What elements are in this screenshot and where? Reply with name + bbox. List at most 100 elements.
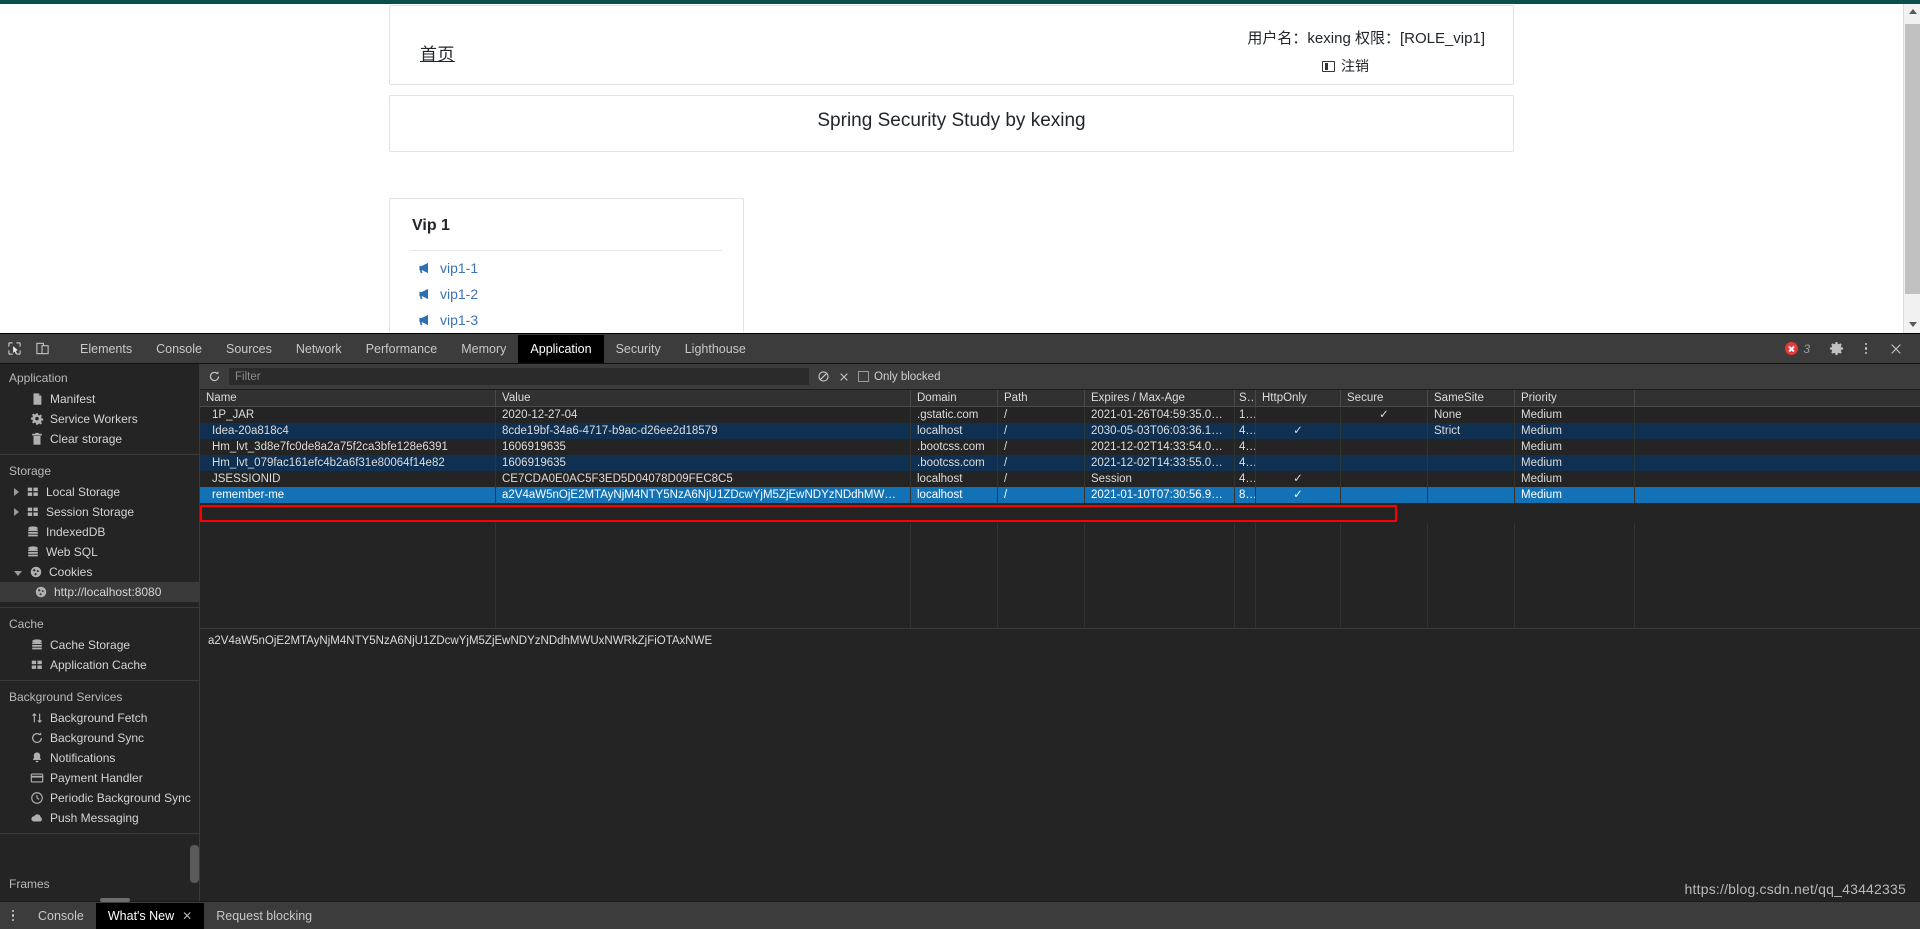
cell-samesite xyxy=(1428,471,1515,487)
tab-sources[interactable]: Sources xyxy=(214,335,284,363)
sidebar-item-background-sync[interactable]: Background Sync xyxy=(0,728,199,748)
column-header-samesite[interactable]: SameSite xyxy=(1428,390,1515,406)
table-row[interactable]: Hm_lvt_079fac161efc4b2a6f31e80064f14e82 … xyxy=(200,455,1920,471)
vip-card: Vip 1 vip1-1 vip1-2 vip1-3 xyxy=(389,198,744,333)
close-icon[interactable]: ✕ xyxy=(182,903,192,929)
chevron-right-icon[interactable] xyxy=(14,508,19,516)
chevron-down-icon[interactable] xyxy=(14,570,22,576)
scrollbar-thumb[interactable] xyxy=(1905,24,1920,294)
checkbox-box[interactable] xyxy=(858,371,869,382)
sidebar-item-label: Cookies xyxy=(49,565,93,579)
tab-console[interactable]: Console xyxy=(144,335,214,363)
sidebar-item-background-fetch[interactable]: Background Fetch xyxy=(0,708,199,728)
sidebar-item-payment-handler[interactable]: Payment Handler xyxy=(0,768,199,788)
table-row[interactable]: remember-me a2V4aW5nOjE2MTAyNjM4NTY5NzA6… xyxy=(200,487,1920,503)
cell-name: Hm_lvt_079fac161efc4b2a6f31e80064f14e82 xyxy=(200,455,496,471)
logout-link[interactable]: 注销 xyxy=(1322,56,1369,76)
sidebar-divider xyxy=(0,833,199,834)
sync-refresh-icon xyxy=(32,732,42,744)
sidebar-item-cache-storage[interactable]: Cache Storage xyxy=(0,635,199,655)
tab-memory[interactable]: Memory xyxy=(449,335,518,363)
sidebar-item-label: Clear storage xyxy=(50,432,123,446)
column-header-expires[interactable]: Expires / Max-Age xyxy=(1085,390,1235,406)
sidebar-item-push-messaging[interactable]: Push Messaging xyxy=(0,808,199,828)
chevron-right-icon[interactable] xyxy=(14,488,19,496)
sidebar-item-periodic-background-sync[interactable]: Periodic Background Sync xyxy=(0,788,199,808)
drawer-resize-handle[interactable] xyxy=(100,898,130,902)
device-toolbar-icon[interactable] xyxy=(28,335,56,363)
scrollbar-up-arrow[interactable] xyxy=(1904,4,1920,21)
sidebar-item-local-storage[interactable]: Local Storage xyxy=(0,482,199,502)
table-row[interactable]: JSESSIONID CE7CDA0E0AC5F3ED5D04078D09FEC… xyxy=(200,471,1920,487)
list-item[interactable]: vip1-2 xyxy=(418,286,478,302)
close-devtools-icon[interactable] xyxy=(1882,335,1910,363)
home-link[interactable]: 首页 xyxy=(420,40,455,65)
tab-security[interactable]: Security xyxy=(604,335,673,363)
cell-samesite xyxy=(1428,487,1515,503)
tab-elements[interactable]: Elements xyxy=(68,335,144,363)
refresh-icon[interactable] xyxy=(208,370,221,383)
list-item[interactable]: vip1-1 xyxy=(418,260,478,276)
column-header-priority[interactable]: Priority xyxy=(1515,390,1635,406)
cell-priority: Medium xyxy=(1515,455,1635,471)
cell-value: a2V4aW5nOjE2MTAyNjM4NTY5NzA6NjU1ZDcwYjM5… xyxy=(496,487,911,503)
page-scrollbar[interactable] xyxy=(1903,4,1920,333)
error-badge[interactable]: 3 xyxy=(1785,342,1810,356)
cell-path: / xyxy=(998,455,1085,471)
cloud-icon xyxy=(31,814,42,822)
delete-selected-icon[interactable] xyxy=(838,371,850,383)
table-row[interactable]: Hm_lvt_3d8e7fc0de8a2a75f2ca3bfe128e6391 … xyxy=(200,439,1920,455)
more-options-icon[interactable] xyxy=(1852,335,1880,363)
sidebar-item-manifest[interactable]: Manifest xyxy=(0,389,199,409)
column-header-name[interactable]: Name xyxy=(200,390,496,406)
sidebar-item-cookie-origin[interactable]: http://localhost:8080 xyxy=(0,582,199,602)
drawer-tab-console[interactable]: Console xyxy=(26,903,96,929)
sidebar-item-web-sql[interactable]: Web SQL xyxy=(0,542,199,562)
list-item-label: vip1-1 xyxy=(440,260,479,276)
sidebar-item-label: Background Fetch xyxy=(50,711,148,725)
sidebar-item-label: Payment Handler xyxy=(50,771,143,785)
cell-value: 2020-12-27-04 xyxy=(496,407,911,423)
inspect-element-icon[interactable] xyxy=(0,335,28,363)
table-row[interactable]: Idea-20a818c4 8cde19bf-34a6-4717-b9ac-d2… xyxy=(200,423,1920,439)
cell-priority: Medium xyxy=(1515,407,1635,423)
sidebar-item-label: IndexedDB xyxy=(46,525,106,539)
scrollbar-down-arrow[interactable] xyxy=(1904,316,1920,333)
drawer-tab-whats-new[interactable]: What's New ✕ xyxy=(95,902,205,929)
drawer-more-options-icon[interactable] xyxy=(0,903,26,929)
cell-size: 49 xyxy=(1235,423,1256,439)
column-header-domain[interactable]: Domain xyxy=(911,390,998,406)
column-header-value[interactable]: Value xyxy=(496,390,911,406)
sidebar-item-session-storage[interactable]: Session Storage xyxy=(0,502,199,522)
column-header-secure[interactable]: Secure xyxy=(1341,390,1428,406)
tab-network[interactable]: Network xyxy=(284,335,354,363)
sidebar-item-label: Periodic Background Sync xyxy=(50,791,191,805)
megaphone-icon xyxy=(419,262,428,274)
cell-httponly xyxy=(1256,439,1341,455)
only-blocked-checkbox[interactable]: Only blocked xyxy=(858,371,940,383)
tab-application[interactable]: Application xyxy=(518,334,604,363)
user-info-text: 用户名：kexing 权限：[ROLE_vip1] xyxy=(1247,30,1485,47)
sidebar-item-notifications[interactable]: Notifications xyxy=(0,748,199,768)
table-row[interactable]: 1P_JAR 2020-12-27-04 .gstatic.com / 2021… xyxy=(200,407,1920,423)
drawer-tab-label: Request blocking xyxy=(216,908,313,923)
cell-priority: Medium xyxy=(1515,487,1635,503)
list-item[interactable]: vip1-3 xyxy=(418,312,478,328)
sidebar-item-indexeddb[interactable]: IndexedDB xyxy=(0,522,199,542)
drawer-tab-request-blocking[interactable]: Request blocking xyxy=(204,903,324,929)
devtools-toolbar-right: 3 xyxy=(1785,335,1920,363)
sidebar-item-cookies[interactable]: Cookies xyxy=(0,562,199,582)
cell-priority: Medium xyxy=(1515,439,1635,455)
settings-gear-icon[interactable] xyxy=(1822,335,1850,363)
sidebar-item-service-workers[interactable]: Service Workers xyxy=(0,409,199,429)
tab-lighthouse[interactable]: Lighthouse xyxy=(673,335,758,363)
column-header-httponly[interactable]: HttpOnly xyxy=(1256,390,1341,406)
sidebar-item-clear-storage[interactable]: Clear storage xyxy=(0,429,199,449)
tab-performance[interactable]: Performance xyxy=(354,335,450,363)
clear-all-cookies-icon[interactable] xyxy=(817,370,830,383)
column-header-path[interactable]: Path xyxy=(998,390,1085,406)
sidebar-item-application-cache[interactable]: Application Cache xyxy=(0,655,199,675)
column-header-size[interactable]: S… xyxy=(1235,390,1256,406)
search-input[interactable] xyxy=(229,368,809,385)
sidebar-scrollbar-thumb[interactable] xyxy=(190,845,199,883)
